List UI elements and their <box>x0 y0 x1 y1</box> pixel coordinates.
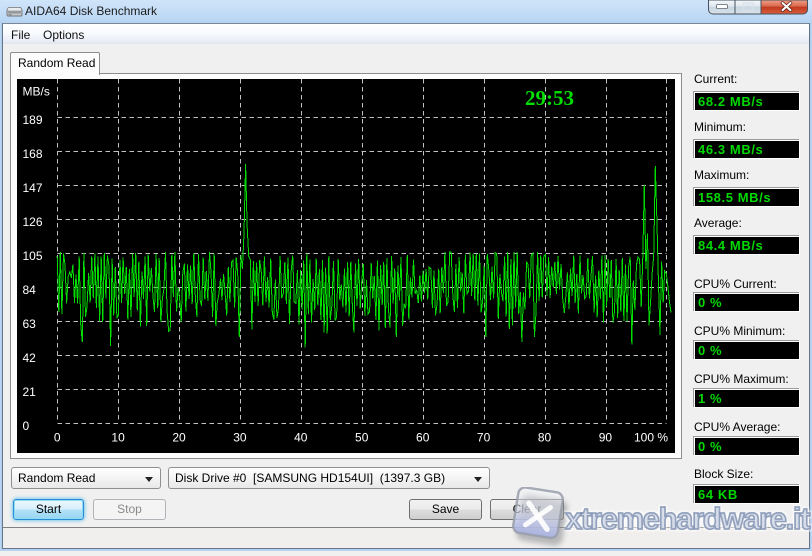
svg-text:90: 90 <box>599 431 613 445</box>
svg-text:30: 30 <box>233 431 247 445</box>
svg-text:29:53: 29:53 <box>525 86 574 110</box>
svg-text:126: 126 <box>23 215 43 229</box>
svg-text:168: 168 <box>23 147 43 161</box>
svg-text:84: 84 <box>23 283 37 297</box>
svg-text:42: 42 <box>23 351 37 365</box>
svg-text:40: 40 <box>294 431 308 445</box>
svg-text:63: 63 <box>23 317 37 331</box>
svg-text:100 %: 100 % <box>634 431 668 445</box>
svg-text:0: 0 <box>54 431 61 445</box>
svg-text:80: 80 <box>538 431 552 445</box>
svg-text:20: 20 <box>172 431 186 445</box>
svg-text:50: 50 <box>355 431 369 445</box>
svg-text:0: 0 <box>23 419 30 433</box>
svg-text:MB/s: MB/s <box>23 85 50 99</box>
svg-text:147: 147 <box>23 181 43 195</box>
svg-text:105: 105 <box>23 249 43 263</box>
svg-text:60: 60 <box>416 431 430 445</box>
svg-text:10: 10 <box>111 431 125 445</box>
svg-text:189: 189 <box>23 113 43 127</box>
svg-text:21: 21 <box>23 385 37 399</box>
svg-text:70: 70 <box>477 431 491 445</box>
